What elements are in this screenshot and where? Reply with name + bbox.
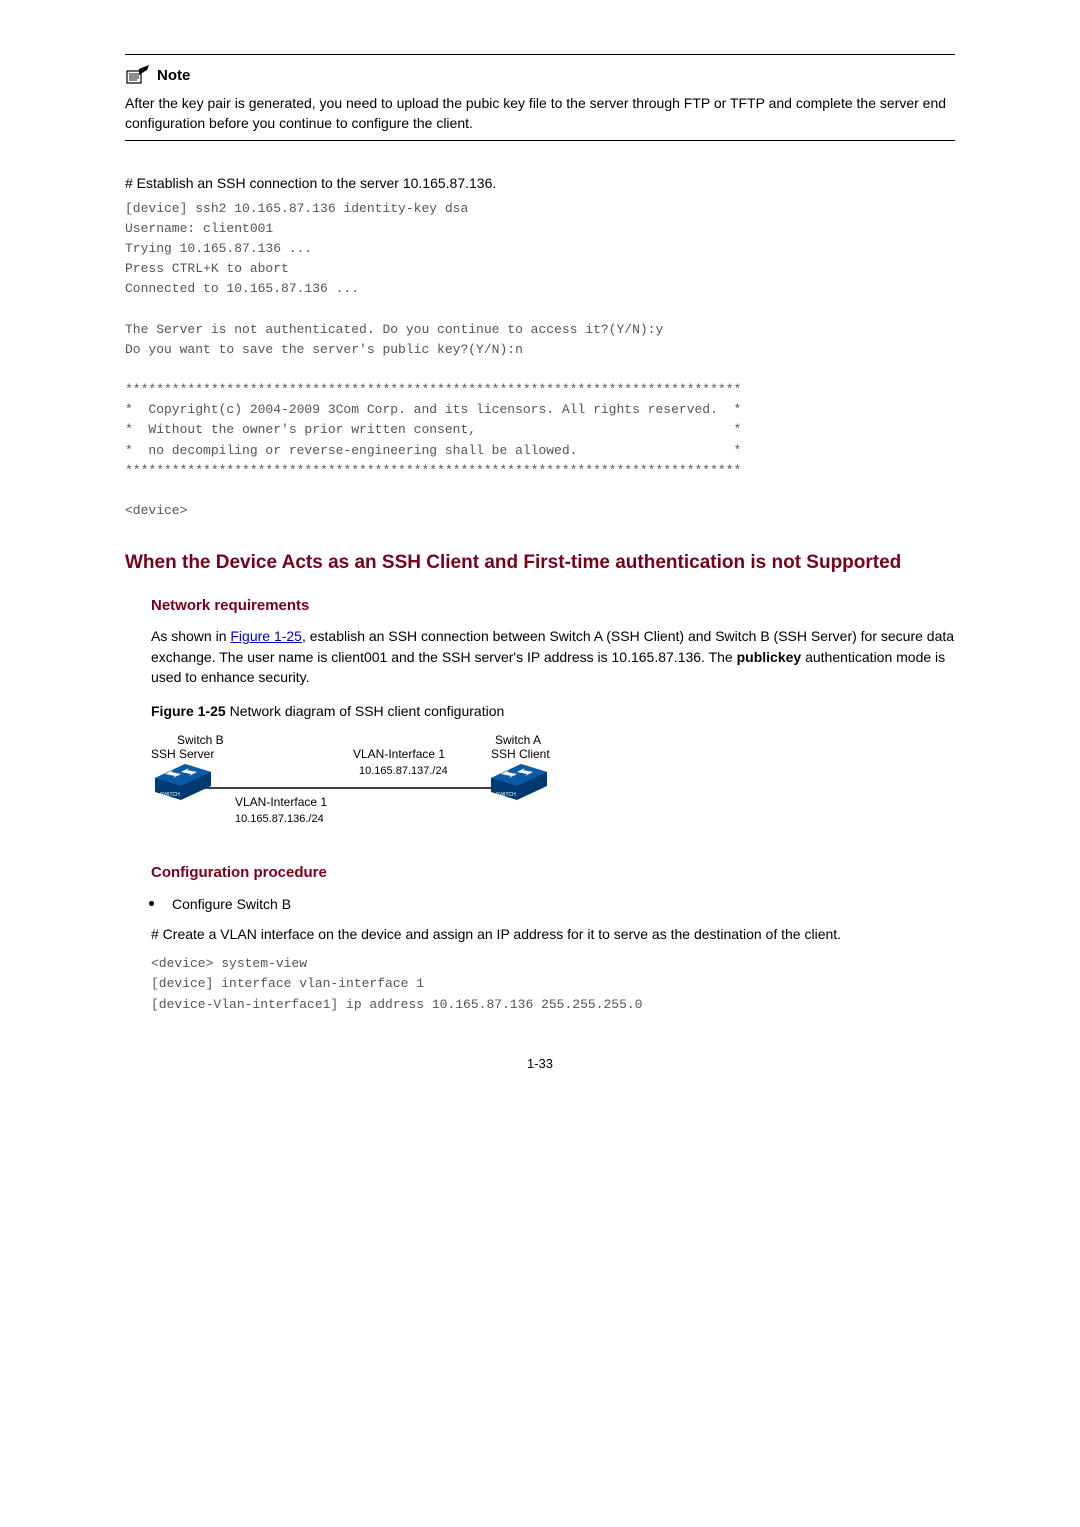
top-rule-2 (125, 140, 955, 141)
switch-a-icon: SWITCH (491, 764, 547, 800)
switch-b-icon: SWITCH (155, 764, 211, 800)
note-icon (125, 65, 151, 87)
netreq-bold: publickey (737, 649, 802, 665)
figure-caption-prefix: Figure 1-25 (151, 703, 230, 719)
bullet-item: Configure Switch B (149, 894, 955, 914)
note-label: Note (157, 65, 190, 87)
network-requirements-heading: Network requirements (125, 595, 955, 617)
step-heading: # Establish an SSH connection to the ser… (125, 173, 955, 193)
svg-text:SWITCH: SWITCH (496, 792, 516, 798)
network-diagram: Switch B SSH Server Switch A SSH Client … (125, 732, 955, 842)
mid-label2: 10.165.87.137./24 (359, 765, 448, 777)
netreq-pre: As shown in (151, 628, 230, 644)
bottom-label1: VLAN-Interface 1 (235, 795, 327, 809)
bullet-text: Configure Switch B (172, 894, 291, 914)
bullet-dot-icon (149, 901, 154, 906)
figure-caption: Figure 1-25 Network diagram of SSH clien… (125, 701, 955, 721)
config-paragraph: # Create a VLAN interface on the device … (125, 924, 955, 944)
switchB-label2: SSH Server (151, 747, 214, 761)
note-body: After the key pair is generated, you nee… (125, 93, 955, 134)
network-requirements-paragraph: As shown in Figure 1-25, establish an SS… (125, 626, 955, 687)
bottom-label2: 10.165.87.136./24 (235, 813, 324, 825)
note-header: Note (125, 65, 955, 87)
top-rule-1 (125, 54, 955, 55)
figure-caption-text: Network diagram of SSH client configurat… (230, 703, 505, 719)
mid-label1: VLAN-Interface 1 (353, 747, 445, 761)
section-title: When the Device Acts as an SSH Client an… (125, 549, 955, 577)
code-block-config: <device> system-view [device] interface … (125, 954, 955, 1014)
page-number: 1-33 (125, 1055, 955, 1074)
code-block-ssh: [device] ssh2 10.165.87.136 identity-key… (125, 199, 955, 521)
svg-text:SWITCH: SWITCH (160, 792, 180, 798)
switchA-label1: Switch A (495, 733, 541, 747)
configuration-procedure-heading: Configuration procedure (125, 862, 955, 884)
switchB-label1: Switch B (177, 733, 224, 747)
figure-link[interactable]: Figure 1-25 (230, 628, 302, 644)
switchA-label2: SSH Client (491, 747, 550, 761)
